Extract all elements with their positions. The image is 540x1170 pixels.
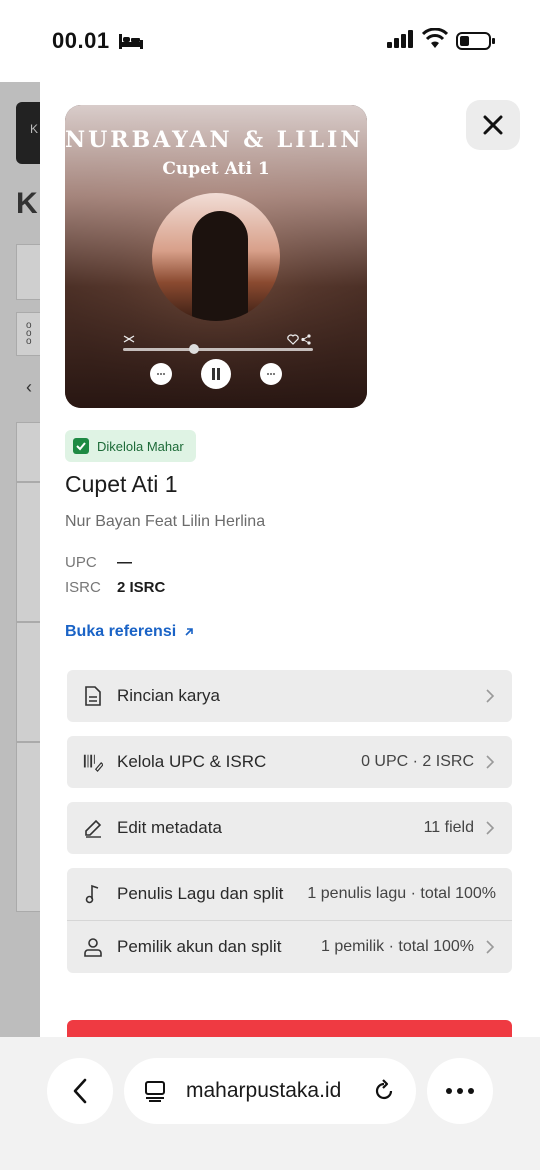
close-button[interactable] xyxy=(466,100,520,150)
menu-item-pemilik-akun[interactable]: Pemilik akun dan split 1 pemilik · total… xyxy=(67,921,512,973)
status-bar: 00.01 xyxy=(0,0,540,80)
background-tab-letter: K xyxy=(30,122,39,136)
music-note-icon xyxy=(83,884,103,904)
background-heading-letter: K xyxy=(16,187,38,220)
background-row xyxy=(16,622,40,742)
cover-progress-bar xyxy=(123,348,313,351)
menu-item-label: Kelola UPC & ISRC xyxy=(117,752,267,771)
tabs-icon xyxy=(145,1081,165,1102)
url-text: maharpustaka.id xyxy=(186,1079,342,1102)
cover-silhouette xyxy=(192,211,248,321)
shuffle-icon xyxy=(123,335,135,343)
status-time: 00.01 xyxy=(52,28,110,53)
cover-pause-button xyxy=(201,359,231,389)
pause-icon xyxy=(212,368,220,380)
cellular-signal-icon xyxy=(387,30,413,48)
menu-item-edit-metadata[interactable]: Edit metadata 11 field xyxy=(67,802,512,854)
address-bar[interactable]: maharpustaka.id xyxy=(124,1058,416,1124)
more-options-button[interactable] xyxy=(427,1058,493,1124)
more-horizontal-icon xyxy=(446,1088,474,1094)
menu-item-label: Pemilik akun dan split xyxy=(117,937,282,956)
cover-photo xyxy=(152,193,280,321)
background-row xyxy=(16,742,40,912)
open-reference-label: Buka referensi xyxy=(65,623,177,640)
background-field xyxy=(16,244,40,300)
upc-value: — xyxy=(117,554,132,571)
release-title: Cupet Ati 1 xyxy=(65,471,178,497)
external-link-icon xyxy=(185,628,193,636)
menu-item-value: 11 field xyxy=(423,819,474,836)
menu-item-label: Penulis Lagu dan split xyxy=(117,884,284,903)
menu-item-value: 1 penulis lagu · total 100% xyxy=(307,885,496,902)
cover-subtitle: Cupet Ati 1 xyxy=(162,159,270,179)
close-icon xyxy=(483,115,503,135)
menu-item-rincian-karya[interactable]: Rincian karya xyxy=(67,670,512,722)
battery-icon xyxy=(456,32,495,50)
chevron-right-icon xyxy=(486,940,495,954)
reload-icon[interactable] xyxy=(372,1079,396,1103)
menu-item-value: 1 pemilik · total 100% xyxy=(321,938,474,955)
document-icon xyxy=(83,686,103,706)
chevron-right-icon xyxy=(486,755,495,769)
cover-progress-knob xyxy=(189,344,199,354)
isrc-value: 2 ISRC xyxy=(117,579,166,596)
menu-item-value: 0 UPC · 2 ISRC xyxy=(361,753,474,770)
cover-title: NURBAYAN & LILIN H xyxy=(65,127,367,153)
user-icon xyxy=(83,937,103,957)
upc-row: UPC — xyxy=(65,554,132,571)
chevron-right-icon xyxy=(486,821,495,835)
back-button[interactable] xyxy=(47,1058,113,1124)
menu-item-penulis-lagu[interactable]: Penulis Lagu dan split 1 penulis lagu · … xyxy=(67,868,512,920)
isrc-row: ISRC 2 ISRC xyxy=(65,579,165,596)
background-row xyxy=(16,482,40,622)
heart-share-icon xyxy=(287,334,311,345)
open-reference-link[interactable]: Buka referensi xyxy=(65,623,194,641)
release-detail-sheet: NURBAYAN & LILIN H Cupet Ati 1 Dikelola … xyxy=(40,82,540,1040)
previous-icon xyxy=(157,373,165,375)
managed-badge-label: Dikelola Mahar xyxy=(97,438,184,454)
isrc-label: ISRC xyxy=(65,579,101,596)
pencil-icon xyxy=(83,818,103,838)
cover-prev-button xyxy=(150,363,172,385)
barcode-edit-icon xyxy=(83,752,103,772)
check-icon xyxy=(73,438,89,454)
release-artist: Nur Bayan Feat Lilin Herlina xyxy=(65,513,266,530)
background-dots-icon: ooo xyxy=(26,320,32,347)
cover-next-button xyxy=(260,363,282,385)
managed-badge: Dikelola Mahar xyxy=(65,430,196,462)
background-tab: K xyxy=(16,102,40,164)
sleep-mode-icon xyxy=(119,34,143,49)
chevron-right-icon xyxy=(486,689,495,703)
wifi-icon xyxy=(422,28,448,48)
upc-label: UPC xyxy=(65,554,97,571)
menu-item-label: Edit metadata xyxy=(117,818,222,837)
cover-art: NURBAYAN & LILIN H Cupet Ati 1 xyxy=(65,105,367,408)
next-icon xyxy=(267,373,275,375)
chevron-left-icon xyxy=(73,1078,87,1104)
menu-item-kelola-upc-isrc[interactable]: Kelola UPC & ISRC 0 UPC · 2 ISRC xyxy=(67,736,512,788)
background-chevron-left-icon: ‹ xyxy=(26,377,32,397)
browser-toolbar: maharpustaka.id xyxy=(0,1037,540,1170)
background-row xyxy=(16,422,40,482)
menu-item-label: Rincian karya xyxy=(117,686,220,705)
